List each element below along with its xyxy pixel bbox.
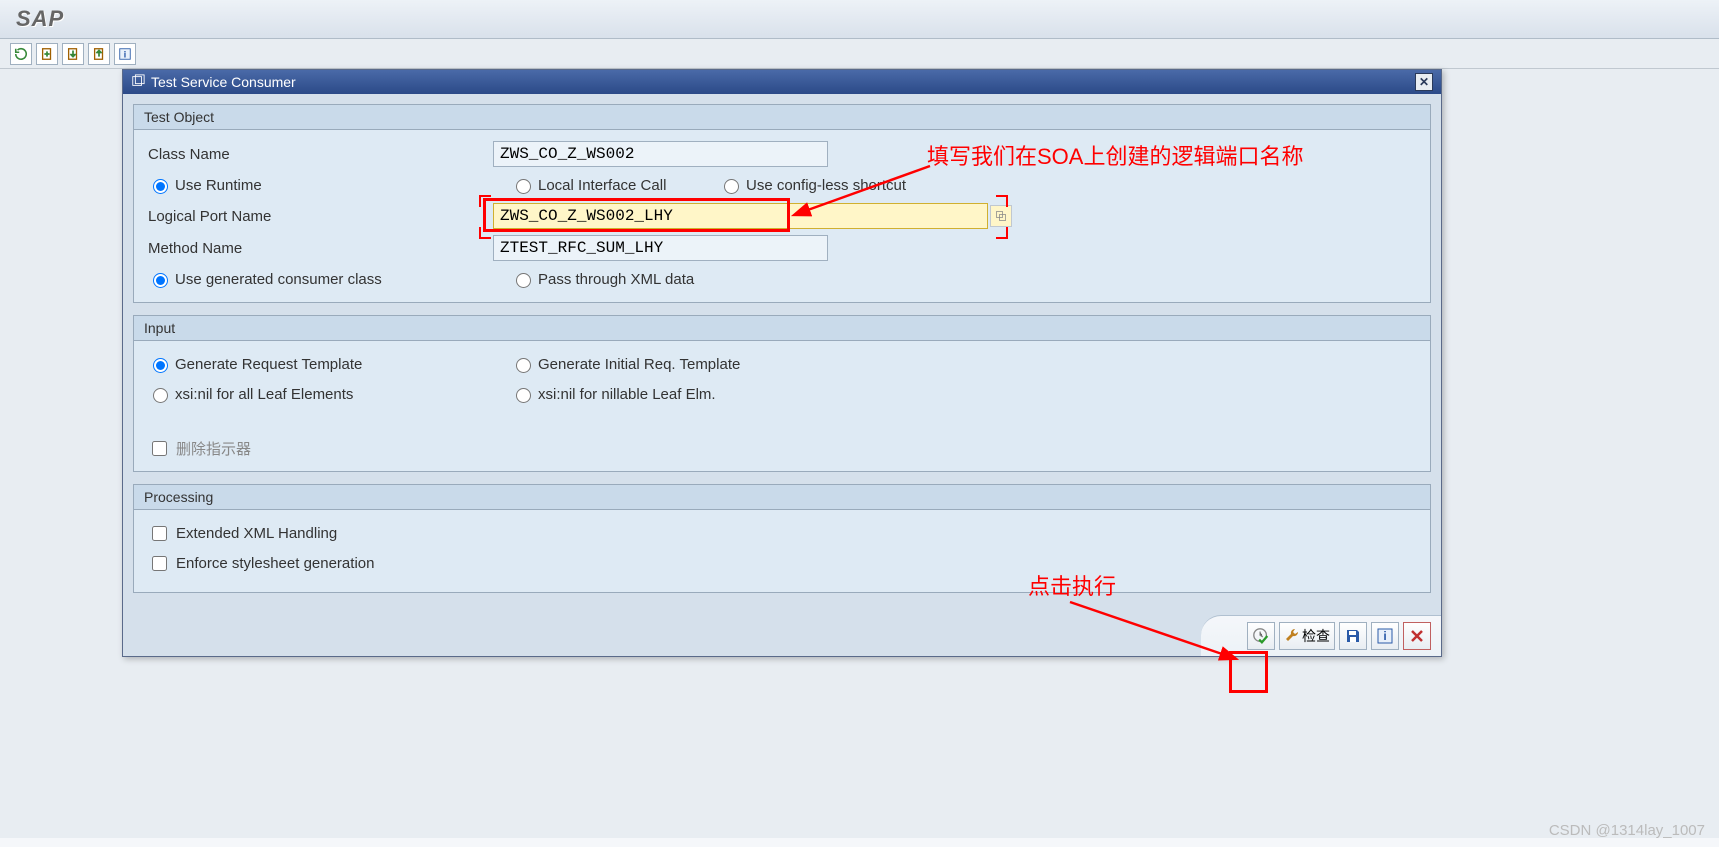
- app-header: SAP: [0, 0, 1719, 39]
- svg-text:i: i: [1383, 629, 1386, 643]
- configless-radio[interactable]: [724, 179, 739, 194]
- watermark: CSDN @1314lay_1007: [1549, 822, 1705, 839]
- dialog-title-icon: [131, 74, 145, 91]
- local-interface-radio[interactable]: [516, 179, 531, 194]
- use-consumer-class-label: Use generated consumer class: [175, 271, 382, 288]
- method-name-label: Method Name: [148, 240, 493, 257]
- wrench-icon: [1284, 628, 1300, 644]
- group-processing: Processing Extended XML Handling Enforce…: [133, 484, 1431, 593]
- class-name-label: Class Name: [148, 146, 493, 163]
- extended-xml-checkbox[interactable]: [152, 526, 167, 541]
- class-name-field[interactable]: [493, 141, 828, 167]
- pass-through-xml-radio[interactable]: [516, 273, 531, 288]
- info-icon: i: [1377, 628, 1393, 644]
- svg-text:i: i: [124, 49, 127, 60]
- app-title: SAP: [16, 6, 64, 31]
- gen-initial-template-label: Generate Initial Req. Template: [538, 356, 740, 373]
- logical-port-label: Logical Port Name: [148, 208, 493, 225]
- dialog-footer: 检查 i: [1201, 615, 1441, 656]
- doc-export-icon[interactable]: [88, 43, 110, 65]
- group-test-object: Test Object Class Name Use Runtime Local…: [133, 104, 1431, 303]
- gen-request-template-radio[interactable]: [153, 358, 168, 373]
- xsinil-nillable-radio[interactable]: [516, 388, 531, 403]
- info-button[interactable]: i: [1371, 622, 1399, 650]
- app-toolbar: i: [0, 39, 1719, 69]
- info-icon[interactable]: i: [114, 43, 136, 65]
- use-runtime-label: Use Runtime: [175, 177, 262, 194]
- f4-help-icon[interactable]: [990, 205, 1012, 227]
- logical-port-field[interactable]: [493, 203, 988, 229]
- pass-through-xml-label: Pass through XML data: [538, 271, 694, 288]
- group-title: Input: [134, 316, 1430, 341]
- close-icon[interactable]: ✕: [1415, 73, 1433, 91]
- refresh-icon[interactable]: [10, 43, 32, 65]
- local-interface-label: Local Interface Call: [538, 177, 666, 194]
- xsinil-nillable-label: xsi:nil for nillable Leaf Elm.: [538, 386, 716, 403]
- configless-label: Use config-less shortcut: [746, 177, 906, 194]
- gen-initial-template-radio[interactable]: [516, 358, 531, 373]
- xsinil-all-radio[interactable]: [153, 388, 168, 403]
- enforce-stylesheet-checkbox[interactable]: [152, 556, 167, 571]
- group-title: Processing: [134, 485, 1430, 510]
- test-service-consumer-dialog: Test Service Consumer ✕ Test Object Clas…: [122, 69, 1442, 657]
- use-consumer-class-radio[interactable]: [153, 273, 168, 288]
- save-button[interactable]: [1339, 622, 1367, 650]
- method-name-field[interactable]: [493, 235, 828, 261]
- use-runtime-radio[interactable]: [153, 179, 168, 194]
- delete-indicator-checkbox[interactable]: [152, 441, 167, 456]
- cancel-button[interactable]: [1403, 622, 1431, 650]
- highlight-execute: [1229, 651, 1268, 693]
- delete-indicator-label: 删除指示器: [176, 438, 251, 459]
- clock-check-icon: [1252, 627, 1270, 645]
- enforce-stylesheet-label: Enforce stylesheet generation: [176, 555, 374, 572]
- extended-xml-label: Extended XML Handling: [176, 525, 337, 542]
- group-input: Input Generate Request Template Generate…: [133, 315, 1431, 472]
- xsinil-all-label: xsi:nil for all Leaf Elements: [175, 386, 353, 403]
- cancel-icon: [1409, 628, 1425, 644]
- doc-new-icon[interactable]: [36, 43, 58, 65]
- diskette-icon: [1345, 628, 1361, 644]
- doc-import-icon[interactable]: [62, 43, 84, 65]
- gen-request-template-label: Generate Request Template: [175, 356, 362, 373]
- dialog-title-text: Test Service Consumer: [151, 74, 296, 90]
- check-button-label: 检查: [1302, 626, 1330, 646]
- check-button[interactable]: 检查: [1279, 622, 1335, 650]
- execute-button[interactable]: [1247, 622, 1275, 650]
- dialog-titlebar[interactable]: Test Service Consumer ✕: [123, 70, 1441, 94]
- group-title: Test Object: [134, 105, 1430, 130]
